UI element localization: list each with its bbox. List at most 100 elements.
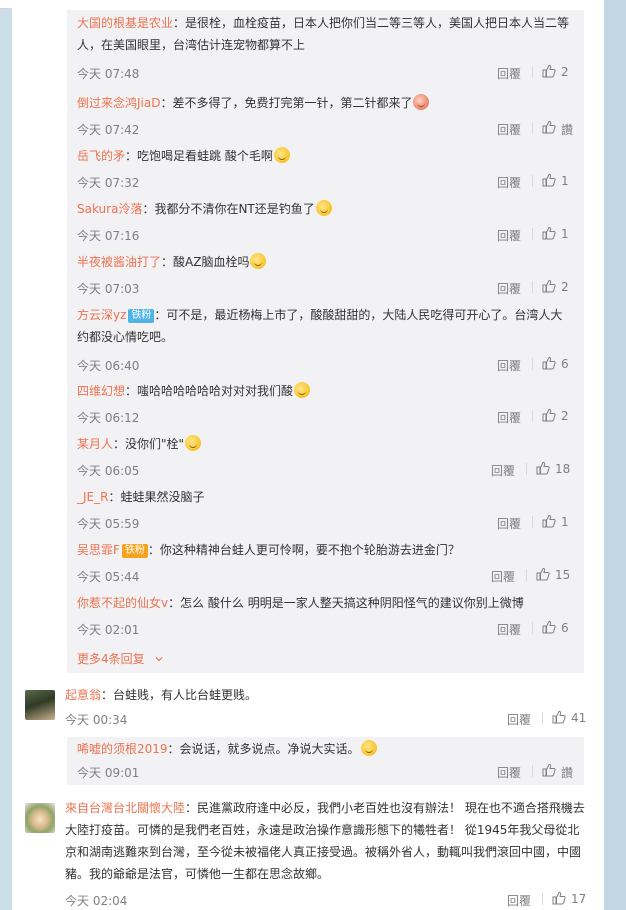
- thumbs-up-icon[interactable]: [542, 173, 556, 187]
- more-replies-link[interactable]: 更多4条回复: [77, 650, 164, 667]
- emoji-icon: [185, 435, 202, 451]
- reply-username[interactable]: 大国的根基是农业: [77, 16, 173, 30]
- fan-badge: 铁粉: [128, 309, 155, 323]
- comment-username[interactable]: 起意翁: [65, 688, 101, 702]
- divider: [532, 281, 533, 293]
- reply-text: ：吃饱喝足看蛙跳 酸个毛啊: [125, 149, 273, 163]
- thumbs-up-icon[interactable]: [542, 279, 556, 293]
- divider: [532, 228, 533, 240]
- reply-button[interactable]: 回覆: [497, 409, 521, 426]
- reply-button[interactable]: 回覆: [497, 174, 521, 191]
- reply-body: 某月人：没你们"栓": [77, 433, 577, 455]
- comment-text-line: 大陸打疫苗。可憐的是我們老百姓，永遠是政治操作意識形態下的犧牲者！ 從1945年…: [65, 823, 580, 837]
- reply-button[interactable]: 回覆: [491, 462, 515, 479]
- emoji-icon: [294, 382, 311, 398]
- reply-text: ：怎么 酸什么 明明是一家人整天搞这种阴阳怪气的建议你别上微博: [168, 596, 524, 610]
- reply-body: 半夜被酱油打了：酸AZ脑血栓吗: [77, 251, 577, 273]
- reply-username[interactable]: 吴思霏F: [77, 543, 120, 557]
- reply-username[interactable]: 方云深yz: [77, 308, 126, 322]
- divider: [526, 569, 527, 581]
- like-count: 2: [561, 65, 569, 79]
- like-count: 2: [561, 280, 569, 294]
- reply-text: ：会说话，就多说点。净说大实话。: [167, 742, 360, 756]
- reply-body: 吴思霏F 铁粉 ：你这种精神台蛙人更可怜啊，要不抱个轮胎游去进金门？: [77, 539, 577, 561]
- reply-button[interactable]: 回覆: [507, 711, 531, 728]
- comment-text-line: ：民進黨政府逢中必反，我們小老百姓也沒有辦法！ 現在也不適合搭飛機去: [185, 801, 585, 815]
- thumbs-up-icon[interactable]: [542, 763, 556, 777]
- like-count: 6: [561, 621, 569, 635]
- reply-text: ：没你们"栓": [113, 437, 185, 451]
- like-count: 1: [561, 174, 569, 188]
- reply-body: 四维幻想：嗤哈哈哈哈哈哈对对对我们酸: [77, 380, 577, 402]
- comment-username[interactable]: 來自台灣台北關懷大陸: [65, 801, 185, 815]
- reply-username[interactable]: 你惹不起的仙女v: [77, 596, 168, 610]
- divider: [532, 122, 533, 134]
- reply-username[interactable]: 岳飞的矛: [77, 149, 125, 163]
- thumbs-up-icon[interactable]: [542, 120, 556, 134]
- reply-button[interactable]: 回覆: [497, 357, 521, 374]
- comment-body: 來自台灣台北關懷大陸：民進黨政府逢中必反，我們小老百姓也沒有辦法！ 現在也不適合…: [65, 797, 590, 885]
- reply-button[interactable]: 回覆: [497, 515, 521, 532]
- divider: [542, 712, 543, 724]
- divider: [532, 622, 533, 634]
- avatar[interactable]: [25, 690, 55, 720]
- thumbs-up-icon[interactable]: [542, 620, 556, 634]
- thumbs-up-icon[interactable]: [536, 461, 550, 475]
- thumbs-up-icon[interactable]: [542, 408, 556, 422]
- reply-text: ：酸AZ脑血栓吗: [161, 255, 250, 269]
- comment-text-line: 豬。我的爺爺是法官，可憐他一生都在思念故鄉。: [65, 867, 330, 881]
- emoji-icon: [413, 94, 430, 110]
- comment-text-line: 京和湖南逃難來到台灣，至今從未被福佬人真正接受過。被稱外省人，動輒叫我們滾回中國…: [65, 845, 582, 859]
- reply-username[interactable]: 倒过来念鸿JiaD: [77, 96, 160, 110]
- reply-time: 今天 06:40: [77, 359, 140, 373]
- like-count: 6: [561, 357, 569, 371]
- divider: [532, 765, 533, 777]
- reply-button[interactable]: 回覆: [497, 621, 521, 638]
- reply-button[interactable]: 回覆: [497, 65, 521, 82]
- more-replies-label: 更多4条回复: [77, 652, 145, 666]
- reply-body: 倒过来念鸿JiaD：差不多得了，免费打完第一针，第二针都来了: [77, 92, 577, 114]
- reply-username[interactable]: 唏嘘的须根2019: [77, 742, 168, 756]
- reply-username[interactable]: 四维幻想: [77, 384, 125, 398]
- reply-time: 今天 06:05: [77, 464, 140, 478]
- reply-button[interactable]: 回覆: [497, 764, 521, 781]
- reply-username[interactable]: _JE_R: [77, 490, 108, 504]
- reply-username[interactable]: Sakura泠落: [77, 202, 142, 216]
- divider: [532, 358, 533, 370]
- reply-button[interactable]: 回覆: [491, 568, 515, 585]
- thumbs-up-icon[interactable]: [542, 226, 556, 240]
- divider: [532, 175, 533, 187]
- reply-button[interactable]: 回覆: [507, 892, 531, 909]
- emoji-icon: [315, 200, 332, 216]
- right-rail: [604, 0, 626, 910]
- thumbs-up-icon[interactable]: [536, 567, 550, 581]
- reply-body: 唏嘘的须根2019：会说话，就多说点。净说大实话。: [77, 738, 577, 760]
- reply-username[interactable]: 某月人: [77, 437, 113, 451]
- thumbs-up-icon[interactable]: [542, 64, 556, 78]
- reply-time: 今天 06:12: [77, 411, 140, 425]
- reply-time: 今天 07:32: [77, 176, 140, 190]
- reply-text: ：嗤哈哈哈哈哈哈对对对我们酸: [125, 384, 294, 398]
- reply-button[interactable]: 回覆: [497, 121, 521, 138]
- divider: [526, 463, 527, 475]
- reply-username[interactable]: 半夜被酱油打了: [77, 255, 161, 269]
- like-count: 2: [561, 409, 569, 423]
- reply-body: 大国的根基是农业：是很栓，血栓疫苗，日本人把你们当二等三等人，美国人把日本人当二…: [77, 12, 577, 56]
- reply-button[interactable]: 回覆: [497, 227, 521, 244]
- reply-body: 你惹不起的仙女v：怎么 酸什么 明明是一家人整天搞这种阴阳怪气的建议你别上微博: [77, 592, 577, 614]
- like-count: 1: [561, 515, 569, 529]
- comment-time: 今天 02:04: [65, 894, 128, 908]
- reply-text: ：可不是，最近杨梅上市了，酸酸甜甜的，大陆人民吃得可开心了。台湾人大: [154, 308, 563, 322]
- reply-time: 今天 02:01: [77, 623, 140, 637]
- thumbs-up-icon[interactable]: [542, 356, 556, 370]
- reply-text: ：你这种精神台蛙人更可怜啊，要不抱个轮胎游去进金门？: [147, 543, 460, 557]
- reply-text-line: 约都没心情吃吧。: [77, 330, 174, 344]
- avatar[interactable]: [25, 803, 55, 833]
- thumbs-up-icon[interactable]: [552, 891, 566, 905]
- fan-badge: 铁粉: [121, 544, 148, 558]
- reply-button[interactable]: 回覆: [497, 280, 521, 297]
- reply-text: ：差不多得了，免费打完第一针，第二针都来了: [160, 96, 413, 110]
- like-count: 17: [571, 892, 587, 906]
- thumbs-up-icon[interactable]: [542, 514, 556, 528]
- thumbs-up-icon[interactable]: [552, 710, 566, 724]
